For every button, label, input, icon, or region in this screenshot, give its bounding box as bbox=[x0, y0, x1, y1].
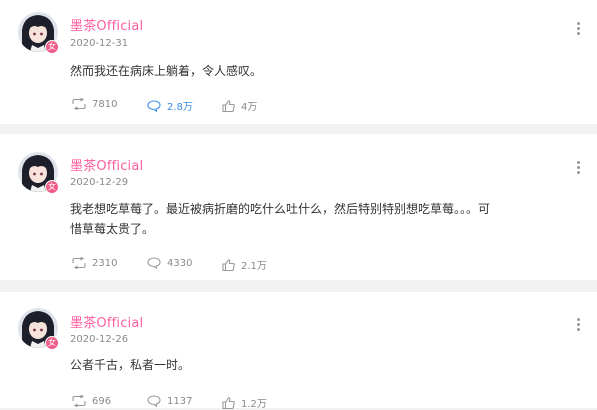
post-date[interactable]: 2020-12-31 bbox=[70, 38, 128, 49]
post-text: 我老想吃草莓了。最近被病折磨的吃什么吐什么，然后特别特别想吃草莓。。。可 惜草莓… bbox=[70, 199, 510, 239]
comment-button[interactable]: 2.8万 bbox=[147, 98, 193, 113]
like-count: 2.1万 bbox=[241, 261, 267, 272]
post-text-line: 我老想吃草莓了。最近被病折磨的吃什么吐什么，然后特别特别想吃草莓。。。可 bbox=[70, 202, 491, 216]
post-date[interactable]: 2020-12-29 bbox=[70, 177, 128, 188]
comment-button[interactable]: 1137 bbox=[147, 395, 192, 407]
more-vertical-icon[interactable] bbox=[574, 22, 582, 36]
like-button[interactable]: 4万 bbox=[222, 98, 257, 113]
repost-button[interactable]: 7810 bbox=[72, 98, 117, 110]
repost-count: 2310 bbox=[92, 257, 118, 269]
post-card: 女 墨茶Official 2020-12-26 公者千古，私者一时。 696 1… bbox=[0, 292, 597, 410]
post-text-line: 然而我还在病床上躺着，令人感叹。 bbox=[70, 64, 263, 78]
post-text: 然而我还在病床上躺着，令人感叹。 bbox=[70, 61, 510, 81]
post-text-line: 公者千古，私者一时。 bbox=[70, 358, 191, 372]
repost-button[interactable]: 2310 bbox=[72, 257, 117, 269]
post-card: 女 墨茶Official 2020-12-31 然而我还在病床上躺着，令人感叹。… bbox=[0, 0, 597, 124]
post-text-line: 惜草莓太贵了。 bbox=[70, 222, 155, 236]
comment-count: 4330 bbox=[167, 257, 193, 269]
post-date[interactable]: 2020-12-26 bbox=[70, 334, 128, 345]
thumbs-up-icon bbox=[222, 258, 235, 271]
gender-female-badge: 女 bbox=[45, 336, 59, 350]
thumbs-up-icon bbox=[222, 396, 235, 409]
comment-button[interactable]: 4330 bbox=[147, 257, 192, 269]
like-count: 4万 bbox=[241, 102, 258, 113]
thumbs-up-icon bbox=[222, 99, 235, 112]
more-vertical-icon[interactable] bbox=[574, 161, 582, 175]
weibo-feed: 女 墨茶Official 2020-12-31 然而我还在病床上躺着，令人感叹。… bbox=[0, 0, 597, 410]
comment-count: 2.8万 bbox=[167, 102, 193, 113]
post-card: 女 墨茶Official 2020-12-29 我老想吃草莓了。最近被病折磨的吃… bbox=[0, 134, 597, 280]
repost-count: 7810 bbox=[92, 98, 118, 110]
author-name[interactable]: 墨茶Official bbox=[70, 15, 143, 34]
repost-icon bbox=[72, 98, 86, 110]
comment-icon bbox=[147, 257, 161, 269]
author-name[interactable]: 墨茶Official bbox=[70, 312, 143, 331]
author-name[interactable]: 墨茶Official bbox=[70, 155, 143, 174]
gender-female-badge: 女 bbox=[45, 180, 59, 194]
comment-count: 1137 bbox=[167, 395, 193, 407]
more-vertical-icon[interactable] bbox=[574, 318, 582, 332]
repost-count: 696 bbox=[92, 395, 112, 407]
post-text: 公者千古，私者一时。 bbox=[70, 355, 510, 375]
repost-icon bbox=[72, 257, 86, 269]
repost-icon bbox=[72, 395, 86, 407]
comment-icon bbox=[147, 395, 161, 407]
repost-button[interactable]: 696 bbox=[72, 395, 111, 407]
like-button[interactable]: 2.1万 bbox=[222, 257, 267, 272]
comment-icon bbox=[147, 99, 161, 112]
gender-female-badge: 女 bbox=[45, 40, 59, 54]
